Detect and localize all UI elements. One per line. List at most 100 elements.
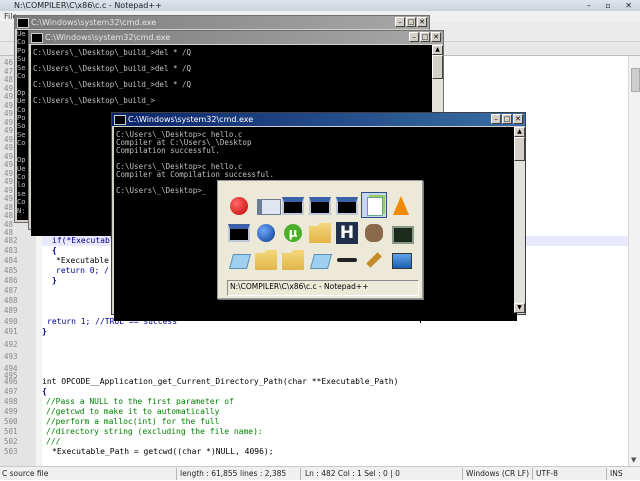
switcher-caption: N:\COMPILER\C\x86\c.c - Notepad++	[227, 280, 419, 296]
line-number: 493	[4, 352, 18, 361]
scrollbar-thumb[interactable]	[631, 68, 640, 92]
scroll-down-icon[interactable]: ▼	[514, 303, 525, 313]
gimp-icon[interactable]	[363, 222, 385, 244]
cmd-icon	[31, 33, 43, 43]
close-button[interactable]: ✕	[417, 17, 427, 27]
note-icon[interactable]	[309, 249, 333, 271]
minimize-button[interactable]: –	[409, 32, 419, 42]
code-line: *Executable	[56, 256, 109, 265]
line-number: 500	[4, 417, 18, 426]
line-number: 483	[4, 246, 18, 255]
status-separator	[462, 468, 463, 480]
scroll-up-icon[interactable]: ▲	[514, 127, 525, 137]
tools-icon[interactable]	[363, 249, 385, 271]
code-line: //getcwd to make it to automatically	[46, 407, 220, 416]
line-number: 482	[4, 236, 18, 245]
notepadpp-titlebar: N:\COMPILER\C\x86\c.c - Notepad++ – ▫ ✕	[0, 0, 640, 11]
code-line: ///	[46, 437, 61, 446]
cmd-back-titlebar[interactable]: C:\Windows\system32\cmd.exe – □ ✕	[15, 16, 429, 29]
line-icon[interactable]	[336, 249, 358, 271]
window-switcher: µ H N:\COMPILER\C\x86\c.c - Notepad++	[217, 180, 423, 299]
line-number: 487	[4, 286, 18, 295]
status-separator	[300, 468, 301, 480]
status-separator	[532, 468, 533, 480]
code-line: //perform a malloc(int) for the full	[46, 417, 220, 426]
cmd-icon	[17, 18, 29, 28]
line-number: 491	[4, 327, 18, 336]
maximize-button[interactable]: □	[420, 32, 430, 42]
line-number: 486	[4, 276, 18, 285]
status-eol[interactable]: Windows (CR LF)	[466, 467, 529, 481]
status-insert-mode: INS	[610, 469, 623, 478]
scroll-up-icon[interactable]: ▲	[432, 45, 443, 55]
cmd-mid-titlebar[interactable]: C:\Windows\system32\cmd.exe – □ ✕	[29, 31, 443, 44]
cmd-front-title: C:\Windows\system32\cmd.exe	[128, 115, 254, 124]
line-number: 488	[4, 296, 18, 305]
code-line: if(*Executabl	[52, 236, 115, 246]
globe-icon[interactable]	[255, 222, 277, 244]
maximize-button[interactable]: □	[406, 17, 416, 27]
code-line: {	[42, 387, 47, 396]
monitor-icon[interactable]	[390, 249, 412, 271]
window-icon[interactable]	[255, 195, 281, 217]
window-controls[interactable]: – ▫ ✕	[587, 0, 638, 11]
close-button[interactable]: ✕	[431, 32, 441, 42]
status-bar: C source file length : 61,855 lines : 2,…	[0, 466, 640, 480]
folder-icon[interactable]	[255, 250, 277, 270]
cmd-icon[interactable]	[282, 197, 304, 215]
code-line: }	[52, 276, 57, 285]
cmd-icon[interactable]	[309, 197, 331, 215]
line-number: 499	[4, 407, 18, 416]
line-number: 490	[4, 317, 18, 326]
status-separator	[176, 468, 177, 480]
status-separator	[606, 468, 607, 480]
status-file-type: C source file	[2, 469, 49, 478]
line-number: 496	[4, 377, 18, 386]
status-lines: lines : 2,385	[240, 469, 287, 478]
text-cursor-icon	[420, 314, 425, 323]
folder-icon[interactable]	[282, 250, 304, 270]
cmd-back-title: C:\Windows\system32\cmd.exe	[31, 18, 157, 27]
line-number: 503	[4, 447, 18, 456]
status-position: Ln : 482 Col : 1 Sel : 0 | 0	[305, 469, 400, 478]
code-line: {	[52, 246, 57, 256]
notepadpp-icon[interactable]	[361, 192, 387, 218]
code-text: {	[52, 246, 57, 255]
cmd-icon[interactable]	[336, 197, 358, 215]
line-number: 485	[4, 266, 18, 275]
terminal-icon[interactable]	[390, 222, 414, 244]
scroll-down-icon[interactable]: ▼	[631, 456, 636, 464]
hex-editor-icon[interactable]: H	[336, 222, 358, 244]
line-number: 484	[4, 256, 18, 265]
scrollbar-thumb[interactable]	[514, 137, 525, 161]
line-number: 502	[4, 437, 18, 446]
minimize-button[interactable]: –	[491, 114, 501, 124]
line-number: 501	[4, 427, 18, 436]
record-icon[interactable]	[228, 195, 250, 217]
code-line: int OPCODE__Application_get_Current_Dire…	[42, 377, 399, 386]
code-line: *Executable_Path = getcwd((char *)NULL, …	[52, 447, 274, 456]
folder-icon[interactable]	[309, 223, 331, 243]
close-button[interactable]: ✕	[513, 114, 523, 124]
cmd-icon[interactable]	[228, 224, 250, 242]
cmd-front-titlebar[interactable]: C:\Windows\system32\cmd.exe – □ ✕	[112, 113, 525, 126]
status-length: length : 61,855	[180, 469, 238, 478]
vlc-cone-icon[interactable]	[390, 195, 412, 217]
note-icon[interactable]	[228, 249, 252, 271]
code-line: }	[42, 327, 47, 336]
status-encoding[interactable]: UTF-8	[536, 467, 558, 481]
utorrent-icon[interactable]: µ	[282, 222, 304, 244]
cmd-front-scrollbar[interactable]: ▲ ▼	[514, 127, 525, 313]
line-number: 489	[4, 306, 18, 315]
maximize-button[interactable]: □	[502, 114, 512, 124]
code-line: //Pass a NULL to the first parameter of	[46, 397, 234, 406]
scrollbar-thumb[interactable]	[432, 55, 443, 79]
minimize-button[interactable]: –	[395, 17, 405, 27]
code-text: if(*Executabl	[52, 236, 115, 245]
editor-scrollbar[interactable]: ▼	[628, 56, 640, 466]
line-number: 497	[4, 387, 18, 396]
window-title: N:\COMPILER\C\x86\c.c - Notepad++	[14, 1, 162, 10]
cmd-icon	[114, 115, 126, 125]
code-line: //directory string (excluding the file n…	[46, 427, 263, 436]
line-number: 498	[4, 397, 18, 406]
